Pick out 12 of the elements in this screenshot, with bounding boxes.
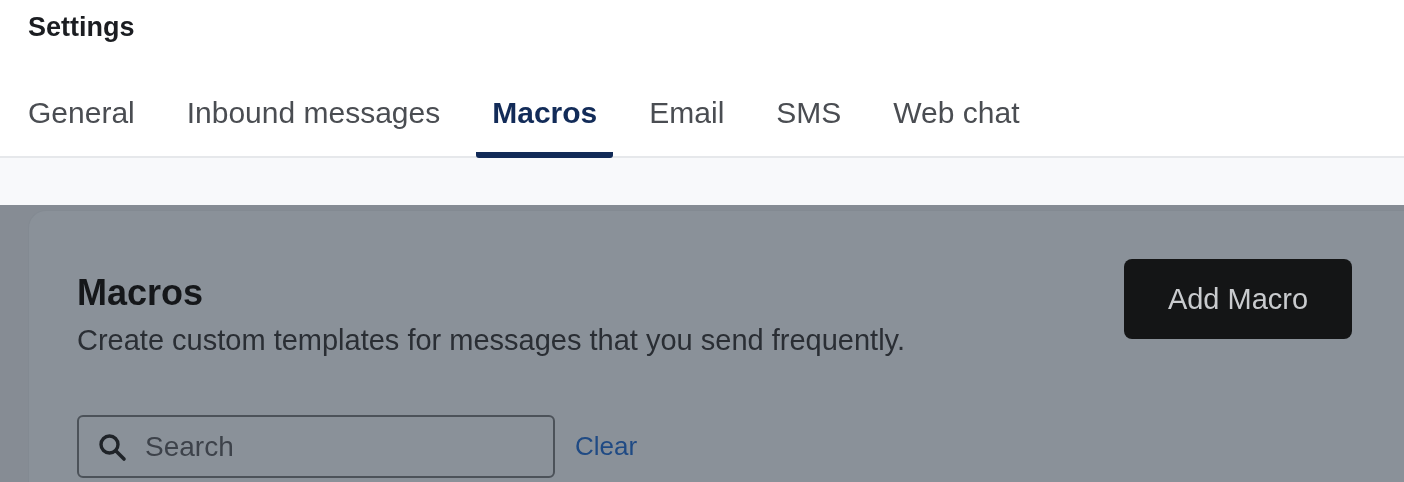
search-field[interactable]: Search	[77, 415, 555, 478]
search-icon	[97, 431, 127, 462]
tab[interactable]: SMS	[776, 58, 842, 158]
add-macro-button[interactable]: Add Macro	[1124, 259, 1352, 339]
tab[interactable]: Inbound messages	[186, 58, 441, 158]
page-title: Settings	[28, 11, 136, 44]
tab[interactable]: Email	[649, 58, 725, 158]
tab[interactable]: Web chat	[893, 58, 1020, 158]
search-input[interactable]: Search	[143, 429, 527, 464]
card-title: Macros	[77, 273, 205, 313]
card-description: Create custom templates for messages that you send frequently.	[77, 323, 905, 357]
tab[interactable]: General	[28, 58, 135, 158]
